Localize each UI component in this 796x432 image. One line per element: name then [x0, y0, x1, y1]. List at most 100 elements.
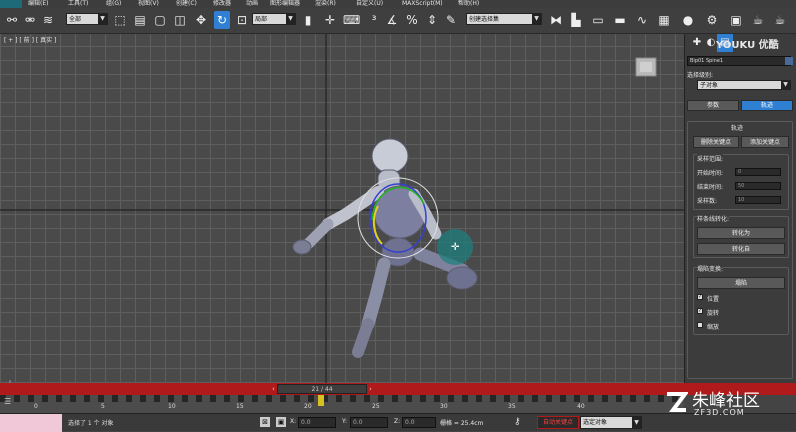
tab-trajectories[interactable]: 轨迹: [741, 100, 793, 111]
unlink-icon[interactable]: ⚮: [22, 11, 38, 29]
add-key-button[interactable]: 添加关键点: [741, 136, 789, 148]
end-time-input[interactable]: 50: [735, 182, 781, 190]
select-by-name-icon[interactable]: ▤: [132, 11, 148, 29]
link-icon[interactable]: ⚯: [4, 11, 20, 29]
chevron-down-icon: ▼: [632, 417, 641, 428]
key-icon[interactable]: ⚷: [514, 417, 521, 427]
menu-rendering[interactable]: 渲染(R): [315, 0, 336, 8]
tick-label: 5: [101, 403, 105, 410]
track-bar-ruler: [0, 395, 684, 402]
spinner-snap-icon[interactable]: ⇕: [424, 11, 440, 29]
sub-object-dropdown[interactable]: 子对象 ▼: [697, 80, 791, 90]
curve-editor-icon[interactable]: ∿: [634, 11, 650, 29]
snap-3d-icon[interactable]: ³: [366, 11, 382, 29]
time-slider-thumb[interactable]: 21 / 44: [277, 384, 367, 394]
render-setup-icon[interactable]: ⚙: [704, 11, 720, 29]
menu-create[interactable]: 创建(C): [176, 0, 197, 8]
absolute-mode-icon[interactable]: ▣: [276, 417, 286, 427]
menu-tools[interactable]: 工具(T): [68, 0, 88, 8]
material-icon[interactable]: ●: [680, 11, 696, 29]
menu-edit[interactable]: 编辑(E): [28, 0, 48, 8]
move-cursor-icon: ✛: [451, 242, 460, 253]
maxscript-listener[interactable]: [0, 414, 62, 432]
edit-named-selection-icon[interactable]: ✎: [443, 11, 459, 29]
position-checkbox[interactable]: ✓: [697, 294, 703, 300]
y-coord-label: Y:: [342, 418, 347, 425]
angle-snap-icon[interactable]: ∡: [384, 11, 400, 29]
tick-label: 35: [508, 403, 516, 410]
menu-help[interactable]: 帮助(H): [458, 0, 479, 8]
rotate-icon[interactable]: ↻: [214, 11, 230, 29]
x-coord-input[interactable]: 0.0: [298, 417, 336, 428]
selection-filter-dropdown[interactable]: 全部 ▼: [66, 13, 108, 25]
mini-curve-editor-icon[interactable]: ☰: [4, 397, 11, 406]
convert-to-button[interactable]: 转化为: [697, 227, 785, 239]
biped-left-foot: [352, 318, 374, 358]
current-frame-marker: [318, 395, 324, 406]
biped-left-leg: [361, 257, 391, 331]
start-time-input[interactable]: 0: [735, 168, 781, 176]
menu-animation[interactable]: 动画: [246, 0, 258, 8]
y-coord-input[interactable]: 0.0: [350, 417, 388, 428]
snap-icon[interactable]: ✛: [322, 11, 338, 29]
samples-label: 采样数:: [697, 198, 718, 205]
rollout-title[interactable]: 轨迹: [731, 123, 743, 132]
collapse-transform-label: 塌陷变换:: [697, 264, 724, 273]
samples-input[interactable]: 10: [735, 196, 781, 204]
menu-group[interactable]: 组(G): [106, 0, 121, 8]
menu-modifiers[interactable]: 修改器: [213, 0, 231, 8]
rotation-checkbox[interactable]: ✓: [697, 308, 703, 314]
select-icon[interactable]: ⬚: [112, 11, 128, 29]
mirror-icon[interactable]: ⧓: [548, 11, 564, 29]
key-filter-dropdown[interactable]: 选定对象 ▼: [580, 416, 642, 429]
tick-label: 0: [34, 403, 38, 410]
move-icon[interactable]: ✥: [193, 11, 209, 29]
collapse-button[interactable]: 塌陷: [697, 277, 785, 289]
schematic-icon[interactable]: ▦: [656, 11, 672, 29]
tick-label: 10: [168, 403, 176, 410]
front-viewport[interactable]: [ + ] [ 前 ] [ 真实 ] ✛: [0, 34, 684, 383]
scale-label: 缩放: [707, 324, 720, 331]
sub-object-value: 子对象: [700, 82, 719, 89]
named-selection-set-dropdown[interactable]: 创建选择集 ▼: [466, 13, 542, 25]
app-logo-icon[interactable]: [0, 0, 22, 8]
render-icon[interactable]: ☕: [750, 11, 766, 29]
menu-maxscript[interactable]: MAXScript(M): [402, 0, 443, 8]
lock-selection-icon[interactable]: ⊠: [260, 417, 270, 427]
render-frame-icon[interactable]: ▣: [728, 11, 744, 29]
menu-graph-editors[interactable]: 图形编辑器: [270, 0, 300, 8]
scale-icon[interactable]: ⊡: [234, 11, 250, 29]
keyboard-shortcut-icon[interactable]: ⌨: [343, 11, 360, 29]
object-name-field[interactable]: Bip01 Spine1: [687, 56, 791, 66]
bind-icon[interactable]: ≋: [40, 11, 56, 29]
percent-snap-icon[interactable]: %: [404, 11, 420, 29]
rotation-label: 旋转: [707, 310, 720, 317]
end-time-label: 结束时间:: [697, 184, 724, 191]
rect-select-icon[interactable]: ▢: [152, 11, 168, 29]
reference-coordinate-dropdown[interactable]: 局部 ▼: [252, 13, 296, 25]
tick-label: 15: [236, 403, 244, 410]
next-frame-icon[interactable]: ›: [369, 385, 372, 393]
pivot-icon[interactable]: ▮: [300, 11, 316, 29]
menu-customize[interactable]: 自定义(U): [356, 0, 383, 8]
menu-bar: 编辑(E) 工具(T) 组(G) 视图(V) 创建(C) 修改器 动画 图形编辑…: [0, 0, 796, 8]
delete-key-button[interactable]: 删除关键点: [693, 136, 739, 148]
key-filter-value: 选定对象: [583, 419, 608, 426]
biped-head: [371, 138, 409, 174]
window-crossing-icon[interactable]: ◫: [172, 11, 188, 29]
start-time-label: 开始时间:: [697, 170, 724, 177]
menu-view[interactable]: 视图(V): [138, 0, 159, 8]
ribbon-icon[interactable]: ▬: [612, 11, 628, 29]
selection-status-text: 选择了 1 个 对象: [68, 420, 114, 427]
scale-checkbox[interactable]: [697, 322, 703, 328]
position-label: 位置: [707, 296, 720, 303]
tab-parameters[interactable]: 参数: [687, 100, 739, 111]
align-icon[interactable]: ▙: [568, 11, 584, 29]
layer-icon[interactable]: ▭: [590, 11, 606, 29]
prev-frame-icon[interactable]: ‹: [272, 385, 275, 393]
convert-from-button[interactable]: 转化自: [697, 243, 785, 255]
z-coord-input[interactable]: 0.0: [402, 417, 436, 428]
render-production-icon[interactable]: ☕: [772, 11, 788, 29]
auto-key-button[interactable]: 自动关键点: [537, 416, 579, 429]
object-color-swatch[interactable]: [785, 57, 793, 65]
